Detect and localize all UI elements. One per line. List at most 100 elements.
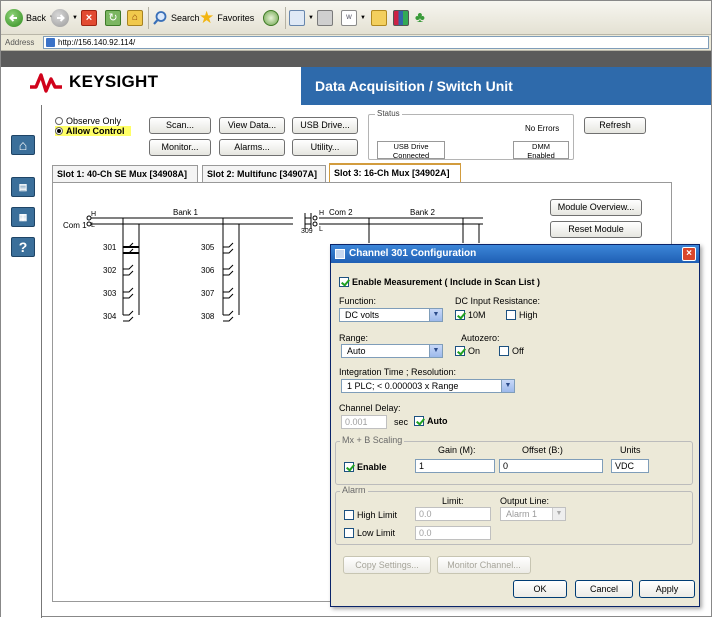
browser-window: Back ▼ ▼ × ↻ ⌂ Search ★ Favorites ▼ W▼ ♣… (0, 0, 712, 618)
channel-301-label[interactable]: 301 (103, 243, 116, 252)
delay-auto-checkbox[interactable]: Auto (414, 416, 448, 426)
refresh-button[interactable]: Refresh (584, 117, 646, 134)
printer-icon (317, 10, 333, 26)
view-data-button[interactable]: View Data... (219, 117, 285, 134)
chevron-down-icon: ▼ (429, 309, 442, 321)
allow-control-radio[interactable]: Allow Control (55, 126, 131, 136)
utility-button[interactable]: Utility... (292, 139, 358, 156)
integration-time-select[interactable]: 1 PLC; < 0.000003 x Range ▼ (341, 379, 515, 393)
checkbox-box (506, 310, 516, 320)
channel-delay-label: Channel Delay: (339, 403, 401, 413)
channel-304-label[interactable]: 304 (103, 312, 116, 321)
resistance-high-checkbox[interactable]: High (506, 310, 538, 320)
scaling-enable-checkbox[interactable]: Enable (344, 462, 387, 472)
high-limit-input[interactable]: 0.0 (415, 507, 491, 521)
folder-button[interactable] (371, 7, 387, 29)
logo-text: KEYSIGHT (69, 72, 159, 91)
channel-306-label[interactable]: 306 (201, 266, 214, 275)
dmm-status-line2: Enabled (527, 151, 555, 160)
search-button[interactable]: Search (152, 7, 200, 29)
com2-h-label: H (319, 210, 325, 217)
document-icon: W (341, 10, 357, 26)
scan-button[interactable]: Scan... (149, 117, 211, 134)
range-value: Auto (347, 346, 366, 356)
stop-button[interactable]: × (81, 7, 97, 29)
history-icon (263, 10, 279, 26)
chevron-down-icon: ▼ (72, 15, 78, 21)
bank2-label: Bank 2 (410, 208, 435, 217)
alarm-output-select[interactable]: Alarm 1 ▼ (500, 507, 566, 521)
window-icon (335, 249, 345, 259)
browser-toolbar: Back ▼ ▼ × ↻ ⌂ Search ★ Favorites ▼ W▼ ♣ (1, 1, 711, 35)
apply-button[interactable]: Apply (639, 580, 695, 598)
low-limit-input[interactable]: 0.0 (415, 526, 491, 540)
left-sidebar: ⌂ ▤ ▦ ? (1, 105, 41, 618)
status-group: Status No Errors USB Drive Connected DMM… (368, 109, 574, 160)
cancel-button[interactable]: Cancel (575, 580, 633, 598)
offset-input[interactable]: 0 (499, 459, 603, 473)
sidebar-network-button[interactable]: ▦ (11, 207, 35, 227)
tab-slot-1[interactable]: Slot 1: 40-Ch SE Mux [34908A] (52, 165, 198, 182)
back-button[interactable]: Back ▼ (5, 7, 55, 29)
dmm-status-line1: DMM (532, 142, 550, 151)
tab-slot-2[interactable]: Slot 2: Multifunc [34907A] (202, 165, 326, 182)
autozero-off-checkbox[interactable]: Off (499, 346, 524, 356)
print-button[interactable] (317, 7, 333, 29)
keysight-wave-icon (30, 73, 62, 93)
home-button[interactable]: ⌂ (127, 7, 143, 29)
tab-slot-3[interactable]: Slot 3: 16-Ch Mux [34902A] (329, 163, 461, 182)
back-label: Back (26, 13, 47, 23)
mail-button[interactable]: ▼ (289, 7, 314, 29)
usb-drive-button[interactable]: USB Drive... (292, 117, 358, 134)
monitor-button[interactable]: Monitor... (149, 139, 211, 156)
function-select[interactable]: DC volts ▼ (339, 308, 443, 322)
com2-label: Com 2 (329, 208, 353, 217)
units-input[interactable]: VDC (611, 459, 649, 473)
range-label: Range: (339, 333, 369, 343)
chevron-down-icon: ▼ (552, 508, 565, 520)
edit-button[interactable]: W ▼ (341, 7, 366, 29)
channel-delay-input[interactable]: 0.001 (341, 415, 387, 429)
high-limit-checkbox[interactable]: High Limit (344, 510, 397, 520)
module-overview-button[interactable]: Module Overview... (550, 199, 642, 216)
close-icon[interactable]: × (682, 247, 696, 261)
refresh-page-button[interactable]: ↻ (105, 7, 121, 29)
forward-button[interactable]: ▼ (51, 7, 78, 29)
favorites-button[interactable]: ★ Favorites (199, 7, 254, 29)
monitor-channel-button[interactable]: Monitor Channel... (437, 556, 531, 574)
enable-measurement-checkbox[interactable]: Enable Measurement ( Include in Scan Lis… (339, 277, 540, 287)
usb-status-line1: USB Drive (393, 142, 429, 151)
sidebar-home-button[interactable]: ⌂ (11, 135, 35, 155)
copy-settings-button[interactable]: Copy Settings... (343, 556, 431, 574)
channel-303-label[interactable]: 303 (103, 289, 116, 298)
chevron-down-icon: ▼ (429, 345, 442, 357)
refresh-icon: ↻ (105, 10, 121, 26)
channel-307-label[interactable]: 307 (201, 289, 214, 298)
delay-unit-label: sec (394, 417, 409, 427)
research-button[interactable] (393, 7, 409, 29)
sidebar-instrument-button[interactable]: ▤ (11, 177, 35, 197)
history-button[interactable] (263, 7, 279, 29)
gain-input[interactable]: 1 (415, 459, 495, 473)
instrument-icon: ▤ (18, 181, 28, 192)
observe-only-radio[interactable]: Observe Only (55, 116, 121, 126)
resistance-10m-checkbox[interactable]: 10M (455, 310, 486, 320)
reset-module-button[interactable]: Reset Module (550, 221, 642, 238)
low-limit-checkbox[interactable]: Low Limit (344, 528, 395, 538)
autozero-on-checkbox[interactable]: On (455, 346, 480, 356)
dialog-title-bar[interactable]: Channel 301 Configuration × (331, 245, 699, 263)
address-input[interactable]: http://156.140.92.114/ (43, 36, 709, 49)
favorites-label: Favorites (217, 13, 255, 23)
alarm-legend: Alarm (340, 485, 368, 495)
messenger-button[interactable]: ♣ (415, 7, 425, 29)
range-select[interactable]: Auto ▼ (341, 344, 443, 358)
status-message: No Errors (525, 124, 560, 133)
channel-305-label[interactable]: 305 (201, 243, 214, 252)
autozero-label: Autozero: (461, 333, 500, 343)
ok-button[interactable]: OK (513, 580, 567, 598)
channel-308-label[interactable]: 308 (201, 312, 214, 321)
channel-302-label[interactable]: 302 (103, 266, 116, 275)
top-dark-bar (1, 51, 711, 67)
alarms-button[interactable]: Alarms... (219, 139, 285, 156)
sidebar-help-button[interactable]: ? (11, 237, 35, 257)
